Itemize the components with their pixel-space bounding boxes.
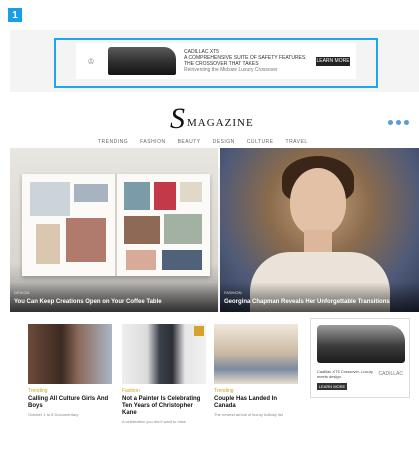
hero-left-title[interactable]: You Can Keep Creations Open on Your Coff… bbox=[14, 299, 162, 305]
sidebar-ad-car-image bbox=[317, 325, 405, 363]
story-card[interactable]: Trending Calling All Culture Girls And B… bbox=[28, 324, 112, 417]
hero-left-category: DESIGN bbox=[14, 290, 30, 295]
story-card-image bbox=[122, 324, 206, 384]
hero-right-title[interactable]: Georgina Chapman Reveals Her Unforgettab… bbox=[224, 299, 390, 305]
story-card-image bbox=[214, 324, 298, 384]
portrait-face bbox=[290, 168, 346, 236]
story-card-subtitle: October 1 to 8 Documentary bbox=[28, 412, 79, 417]
story-card-category: Trending bbox=[28, 388, 48, 394]
main-nav: TRENDING FASHION BEAUTY DESIGN CULTURE T… bbox=[98, 139, 308, 145]
story-card-image bbox=[28, 324, 112, 384]
nav-item-beauty[interactable]: BEAUTY bbox=[178, 139, 201, 145]
facebook-icon[interactable] bbox=[388, 120, 393, 125]
sidebar-ad-text: Cadillac XT5 Crossover. Luxury meets des… bbox=[317, 369, 374, 379]
story-card-title[interactable]: Couple Has Landed In Canada bbox=[214, 396, 298, 410]
browser-viewport: ♔ CADILLAC XT5 A COMPREHENSIVE SUITE OF … bbox=[10, 30, 419, 426]
hero-left-caption: DESIGN You Can Keep Creations Open on Yo… bbox=[10, 282, 218, 312]
story-card-category: Fashion bbox=[122, 388, 140, 394]
story-card-title[interactable]: Not a Painter Is Celebrating Ten Years o… bbox=[122, 396, 206, 417]
ad-car-image bbox=[108, 47, 176, 75]
logo-letter: S bbox=[170, 102, 185, 135]
hero-right-category: FASHION bbox=[224, 290, 242, 295]
ad-body: A COMPREHENSIVE SUITE OF SAFETY FEATURES… bbox=[184, 55, 307, 67]
story-card[interactable]: Fashion Not a Painter Is Celebrating Ten… bbox=[122, 324, 206, 424]
ad-banner[interactable]: ♔ CADILLAC XT5 A COMPREHENSIVE SUITE OF … bbox=[76, 43, 356, 79]
nav-item-design[interactable]: DESIGN bbox=[213, 139, 235, 145]
instagram-icon[interactable] bbox=[404, 120, 409, 125]
site-logo[interactable]: S MAGAZINE bbox=[170, 102, 254, 135]
ad-highlight-text: Reinventing the Midsize Luxury Crossover bbox=[184, 67, 278, 73]
social-links bbox=[388, 120, 409, 125]
story-grid: Trending Calling All Culture Girls And B… bbox=[10, 312, 419, 426]
story-card-category: Trending bbox=[214, 388, 234, 394]
ad-text: CADILLAC XT5 A COMPREHENSIVE SUITE OF SA… bbox=[184, 49, 316, 73]
nav-item-fashion[interactable]: FASHION bbox=[140, 139, 165, 145]
twitter-icon[interactable] bbox=[396, 120, 401, 125]
hero-right-caption: FASHION Georgina Chapman Reveals Her Unf… bbox=[220, 282, 419, 312]
sidebar-ad-brand: CADILLAC bbox=[378, 371, 403, 377]
cadillac-logo-icon: ♔ bbox=[87, 56, 95, 66]
hero-story-left[interactable]: DESIGN You Can Keep Creations Open on Yo… bbox=[10, 148, 218, 312]
bookmark-icon[interactable] bbox=[194, 326, 204, 336]
story-card[interactable]: Trending Couple Has Landed In Canada The… bbox=[214, 324, 298, 417]
hero-story-right[interactable]: FASHION Georgina Chapman Reveals Her Unf… bbox=[220, 148, 419, 312]
ad-cta-button[interactable]: LEARN MORE bbox=[316, 56, 350, 66]
logo-word: MAGAZINE bbox=[187, 117, 254, 129]
nav-item-trending[interactable]: TRENDING bbox=[98, 139, 128, 145]
nav-item-travel[interactable]: TRAVEL bbox=[286, 139, 308, 145]
sidebar-ad-cta-button[interactable]: LEARN MORE bbox=[317, 383, 347, 390]
story-card-subtitle: The newest arrival of luxury holiday lis… bbox=[214, 412, 283, 417]
coffee-table-book-image bbox=[22, 174, 210, 276]
story-card-subtitle: A celebration you don't want to miss bbox=[122, 419, 186, 424]
story-card-title[interactable]: Calling All Culture Girls And Boys bbox=[28, 396, 112, 410]
sidebar-ad[interactable]: Cadillac XT5 Crossover. Luxury meets des… bbox=[310, 318, 410, 398]
step-badge: 1 bbox=[8, 8, 22, 22]
nav-item-culture[interactable]: CULTURE bbox=[247, 139, 274, 145]
